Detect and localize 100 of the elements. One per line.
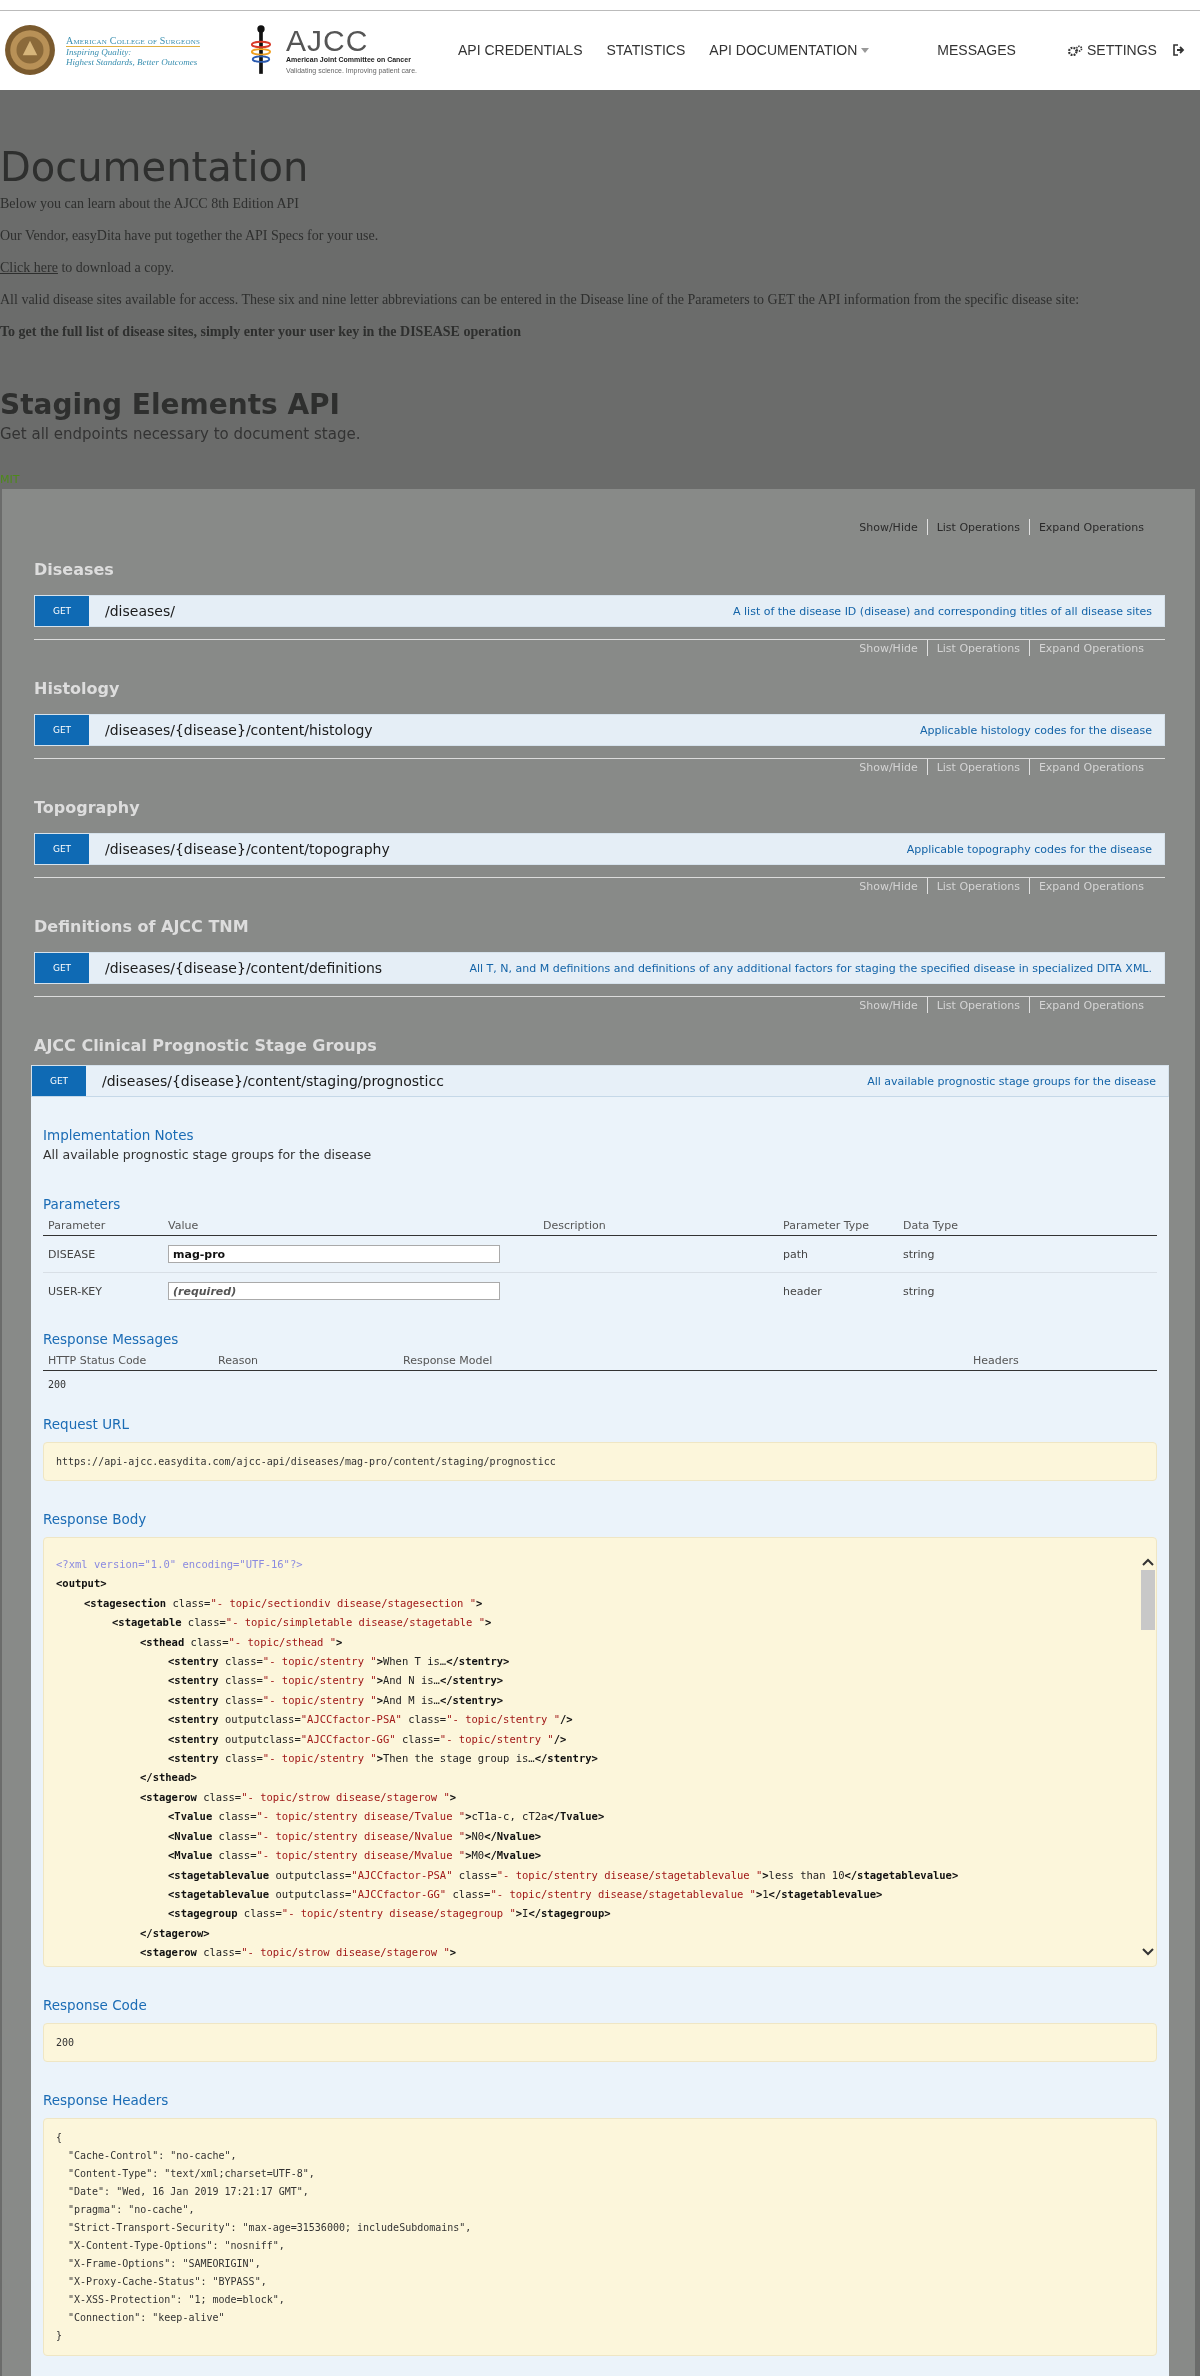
code-line: <Tvalue class="- topic/stentry disease/Tvalue ">cT1a-c, cT2a</Tvalue> bbox=[167, 1809, 606, 1825]
operation-row[interactable]: GET /diseases/{disease}/content/histology Applicable histology codes for the disease bbox=[34, 714, 1165, 746]
get-method-badge[interactable]: GET bbox=[35, 834, 89, 864]
table-cell: string bbox=[898, 1272, 1157, 1309]
code-line: } bbox=[56, 2329, 64, 2343]
section-heading: Implementation Notes bbox=[43, 1127, 195, 1143]
nav-link[interactable]: SETTINGS bbox=[1055, 42, 1169, 58]
code-line: <Nvalue class="- topic/stentry disease/Nvalue ">N0</Nvalue> bbox=[167, 1828, 543, 1844]
get-method-badge[interactable]: GET bbox=[35, 596, 89, 626]
code-line: <stagetablevalue outputclass="AJCCfactor-PSA" class="- topic/stentry disease/stagetablevalue ">less than 10</stagetablevalue> bbox=[167, 1867, 960, 1883]
endpoint-summary: Applicable topography codes for the disease bbox=[906, 842, 1153, 856]
endpoint-summary: All T, N, and M definitions and definitions of any additional factors for staging the specified disease in specialized DITA XML. bbox=[469, 961, 1153, 975]
endpoint-summary: A list of the disease ID (disease) and corresponding titles of all disease sites bbox=[733, 604, 1153, 618]
resource-title: Diseases bbox=[34, 560, 114, 579]
section-heading: Response Code bbox=[43, 1997, 148, 2013]
code-line: "Strict-Transport-Security": "max-age=31536000; includeSubdomains", bbox=[67, 2221, 473, 2235]
intro-text: Our Vendor, easyDita have put together the API Specs for your use. bbox=[0, 228, 380, 244]
code-line: "X-Frame-Options": "SAMEORIGIN", bbox=[67, 2257, 262, 2271]
code-line: <stentry class="- topic/stentry ">Then the stage group is…</stentry> bbox=[167, 1751, 599, 1767]
parameter-input[interactable]: mag-pro bbox=[168, 1245, 500, 1263]
code-line: <?xml version="1.0" encoding="UTF-16"?> bbox=[56, 1557, 304, 1572]
section-heading: Parameters bbox=[43, 1196, 122, 1212]
endpoint-path: /diseases/ bbox=[105, 603, 176, 619]
status-code: 200 bbox=[43, 1370, 213, 1394]
code-line: </sthead> bbox=[139, 1770, 198, 1786]
table-cell: header bbox=[778, 1272, 898, 1309]
operation-link[interactable]: Show/Hide bbox=[850, 760, 927, 774]
section-heading: Response Body bbox=[43, 1511, 148, 1527]
section-heading: Request URL bbox=[43, 1416, 130, 1432]
operation-row[interactable]: GET /diseases/{disease}/content/topography Applicable topography codes for the disease bbox=[34, 833, 1165, 865]
code-line: "Content-Type": "text/xml;charset=UTF-8", bbox=[67, 2167, 316, 2181]
get-method-badge[interactable]: GET bbox=[35, 715, 89, 745]
operation-link[interactable]: Expand Operations bbox=[1029, 998, 1153, 1012]
code-line: { bbox=[56, 2131, 64, 2145]
operation-link[interactable]: Show/Hide bbox=[850, 998, 927, 1012]
table-cell: path bbox=[778, 1235, 898, 1273]
endpoint-path: /diseases/{disease}/content/histology bbox=[105, 722, 374, 738]
endpoint-path: /diseases/{disease}/content/topography bbox=[105, 841, 391, 857]
operation-link[interactable]: Expand Operations bbox=[1029, 641, 1153, 655]
intro-text: Below you can learn about the AJCC 8th Edition API bbox=[0, 196, 301, 212]
page-title: Documentation bbox=[0, 144, 310, 190]
nav-dropdown[interactable]: API DOCUMENTATION bbox=[697, 42, 882, 58]
code-line: <output> bbox=[56, 1576, 108, 1592]
code-line: <stagetable class="- topic/simpletable disease/stagetable "> bbox=[111, 1615, 493, 1631]
get-method-badge[interactable]: GET bbox=[32, 1066, 86, 1096]
code-line: <stagerow class="- topic/strow disease/stagerow "> bbox=[139, 1789, 458, 1805]
response-code-block: 200 bbox=[43, 2023, 1157, 2062]
operation-link[interactable]: List Operations bbox=[927, 760, 1029, 774]
code-line: </stagerow> bbox=[139, 1925, 211, 1941]
operation-row[interactable]: GET /diseases/{disease}/content/definitions All T, N, and M definitions and definitions of any additional factors for staging the specified disease in specialized DITA XML. bbox=[34, 952, 1165, 984]
column-header: Data Type bbox=[898, 1216, 1157, 1236]
operation-row[interactable]: GET /diseases/ A list of the disease ID (disease) and corresponding titles of all disease sites bbox=[34, 595, 1165, 627]
endpoint-path: /diseases/{disease}/content/staging/prognosticc bbox=[102, 1073, 445, 1089]
operation-link[interactable]: Expand Operations bbox=[1029, 879, 1153, 893]
resource-title: Histology bbox=[34, 679, 120, 698]
endpoint-path: /diseases/{disease}/content/definitions bbox=[105, 960, 384, 976]
api-subtitle: Get all endpoints necessary to document stage. bbox=[0, 425, 362, 443]
operation-link[interactable]: Show/Hide bbox=[850, 520, 927, 534]
resource-title: Definitions of AJCC TNM bbox=[34, 917, 249, 936]
column-header: Parameter Type bbox=[778, 1216, 898, 1236]
column-header: Headers bbox=[968, 1351, 1157, 1371]
code-line: <stentry class="- topic/stentry ">And M is…</stentry> bbox=[167, 1692, 505, 1708]
operation-link[interactable]: Expand Operations bbox=[1029, 760, 1153, 774]
endpoint-summary: Applicable histology codes for the disease bbox=[920, 723, 1153, 737]
code-line: <sthead class="- topic/sthead "> bbox=[139, 1634, 344, 1650]
code-line: <Mvalue class="- topic/stentry disease/Mvalue ">M0</Mvalue> bbox=[167, 1848, 543, 1864]
download-link[interactable]: Click here bbox=[0, 260, 58, 275]
code-line: "X-XSS-Protection": "1; mode=block", bbox=[67, 2293, 286, 2307]
parameter-input[interactable]: (required) bbox=[168, 1282, 500, 1300]
get-method-badge[interactable]: GET bbox=[35, 953, 89, 983]
operation-link[interactable]: Expand Operations bbox=[1029, 520, 1153, 534]
code-line: "Date": "Wed, 16 Jan 2019 17:21:17 GMT", bbox=[67, 2185, 310, 2199]
code-line: <stentry class="- topic/stentry ">When T is…</stentry> bbox=[167, 1654, 511, 1670]
operation-link[interactable]: Show/Hide bbox=[850, 879, 927, 893]
operation-link[interactable]: List Operations bbox=[927, 641, 1029, 655]
table-cell: USER-KEY bbox=[43, 1272, 163, 1309]
column-header: Value bbox=[163, 1216, 538, 1236]
intro-text: to download a copy. bbox=[61, 260, 175, 275]
logo-tagline: Highest Standards, Better Outcomes bbox=[66, 56, 199, 67]
api-title: Staging Elements API bbox=[0, 388, 342, 421]
nav-link[interactable]: STATISTICS bbox=[594, 42, 698, 58]
nav-link[interactable]: MESSAGES bbox=[925, 42, 1028, 58]
endpoint-summary: All available prognostic stage groups for the disease bbox=[867, 1074, 1157, 1088]
operation-link[interactable]: List Operations bbox=[927, 520, 1029, 534]
operation-link[interactable]: List Operations bbox=[927, 879, 1029, 893]
operation-link[interactable]: List Operations bbox=[927, 998, 1029, 1012]
code-line: <stagetablevalue outputclass="AJCCfactor-GG" class="- topic/stentry disease/stagetablevalue ">1</stagetablevalue> bbox=[167, 1886, 884, 1902]
code-line: "X-Proxy-Cache-Status": "BYPASS", bbox=[67, 2275, 268, 2289]
resource-title: AJCC Clinical Prognostic Stage Groups bbox=[34, 1036, 377, 1055]
nav-link[interactable]: API CREDENTIALS bbox=[446, 42, 595, 58]
section-heading: Response Headers bbox=[43, 2092, 170, 2108]
operation-link[interactable]: Show/Hide bbox=[850, 641, 927, 655]
code-line: <stagegroup class="- topic/stentry disease/stagegroup ">I</stagegroup> bbox=[167, 1906, 612, 1922]
table-cell: DISEASE bbox=[43, 1235, 163, 1273]
code-line: "Connection": "keep-alive" bbox=[67, 2311, 226, 2325]
request-url-block: https://api-ajcc.easydita.com/ajcc-api/diseases/mag-pro/content/staging/prognosticc bbox=[43, 1442, 1157, 1481]
code-line: "pragma": "no-cache", bbox=[67, 2203, 196, 2217]
operation-row[interactable]: GET /diseases/{disease}/content/staging/prognosticc All available prognostic stage groups for the disease bbox=[31, 1065, 1169, 1097]
table-cell: string bbox=[898, 1235, 1157, 1273]
column-header: Parameter bbox=[43, 1216, 163, 1236]
